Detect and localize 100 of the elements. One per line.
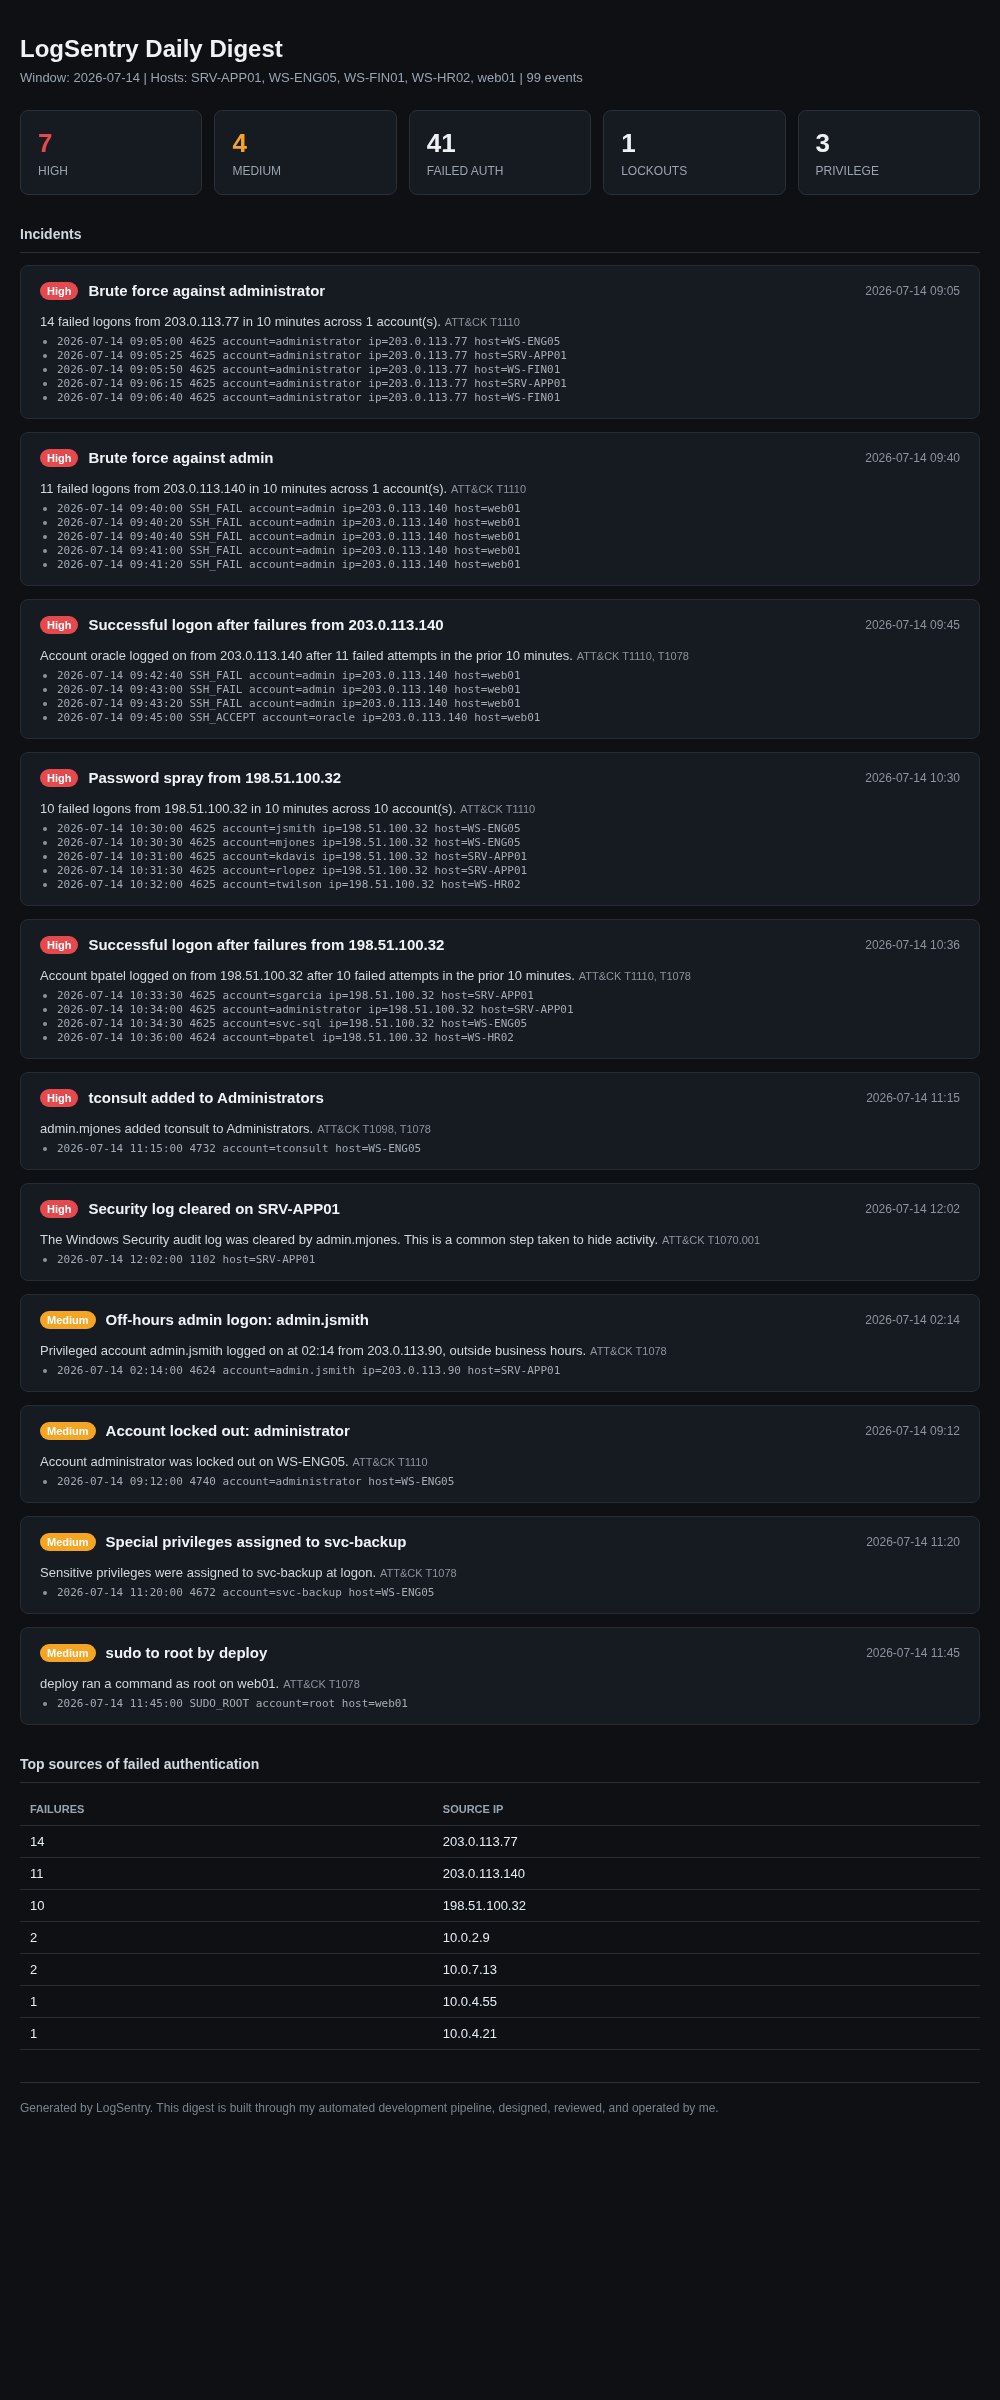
bullet-icon — [43, 1480, 47, 1484]
incident-title: Brute force against admin — [88, 448, 274, 468]
stat-value: 1 — [621, 127, 637, 159]
stat-label: FAILED AUTH — [426, 164, 505, 178]
log-line: 2026-07-14 10:32:00 4625 account=twilson ip=198.51.100.32 host=WS-HR02 — [57, 878, 521, 892]
stat-label: LOCKOUTS — [621, 164, 689, 178]
log-line: 2026-07-14 09:40:40 SSH_FAIL account=admin ip=203.0.113.140 host=web01 — [57, 530, 521, 544]
bullet-icon — [43, 994, 47, 998]
bullet-icon — [43, 1258, 47, 1262]
bullet-icon — [43, 841, 47, 845]
log-line: 2026-07-14 10:30:00 4625 account=jsmith ip=198.51.100.32 host=WS-ENG05 — [57, 822, 521, 836]
incident-timestamp: 2026-07-14 09:45 — [865, 617, 960, 633]
bullet-icon — [43, 702, 47, 706]
log-line: 2026-07-14 09:40:00 SSH_FAIL account=admin ip=203.0.113.140 host=web01 — [57, 502, 521, 516]
incident-summary: Privileged account admin.jsmith logged on at 02:14 from 203.0.113.90, outside business hours. — [40, 1343, 587, 1358]
severity-badge: High — [40, 282, 79, 300]
bullet-icon — [43, 855, 47, 859]
table-cell: 10.0.2.9 — [432, 1921, 980, 1953]
log-line: 2026-07-14 10:34:30 4625 account=svc-sql ip=198.51.100.32 host=WS-ENG05 — [57, 1017, 528, 1031]
attack-reference: ATT&CK T1070.001 — [662, 1234, 761, 1246]
attack-reference: ATT&CK T1078 — [590, 1345, 667, 1357]
bullet-icon — [43, 827, 47, 831]
incident-summary: Account administrator was locked out on WS-ENG05. — [40, 1454, 349, 1469]
incident-title: Successful logon after failures from 198.51.100.32 — [88, 935, 445, 955]
table-cell: 203.0.113.140 — [432, 1857, 980, 1889]
log-line: 2026-07-14 09:41:00 SSH_FAIL account=admin ip=203.0.113.140 host=web01 — [57, 544, 521, 558]
log-line: 2026-07-14 09:40:20 SSH_FAIL account=admin ip=203.0.113.140 host=web01 — [57, 516, 521, 530]
table-cell: 1 — [20, 1985, 433, 2017]
incident-title: Special privileges assigned to svc-backup — [105, 1532, 407, 1552]
table-cell: 14 — [20, 1825, 433, 1857]
attack-reference: ATT&CK T1078 — [283, 1678, 360, 1690]
section-heading: Incidents — [20, 225, 83, 243]
bullet-icon — [43, 521, 47, 525]
bullet-icon — [43, 368, 47, 372]
incident-title: Account locked out: administrator — [105, 1421, 350, 1441]
bullet-icon — [43, 869, 47, 873]
section-heading: Top sources of failed authentication — [20, 1755, 261, 1773]
severity-badge: Medium — [40, 1644, 96, 1662]
column-header: SOURCE IP — [432, 1793, 980, 1825]
stat-label: HIGH — [38, 164, 69, 178]
bullet-icon — [43, 1147, 47, 1151]
incident-summary: 14 failed logons from 203.0.113.77 in 10 minutes across 1 account(s). — [40, 314, 441, 329]
incident-title: Off-hours admin logon: admin.jsmith — [105, 1310, 369, 1330]
severity-badge: High — [40, 616, 79, 634]
incident-timestamp: 2026-07-14 10:30 — [865, 770, 960, 786]
bullet-icon — [43, 354, 47, 358]
log-line: 2026-07-14 09:05:00 4625 account=administrator ip=203.0.113.77 host=WS-ENG05 — [57, 335, 561, 349]
log-line: 2026-07-14 09:06:15 4625 account=administrator ip=203.0.113.77 host=SRV-APP01 — [57, 377, 567, 391]
incident-timestamp: 2026-07-14 09:05 — [865, 283, 960, 299]
bullet-icon — [43, 549, 47, 553]
attack-reference: ATT&CK T1078 — [380, 1567, 457, 1579]
incident-summary: admin.mjones added tconsult to Administrators. — [40, 1121, 314, 1136]
log-line: 2026-07-14 09:43:20 SSH_FAIL account=admin ip=203.0.113.140 host=web01 — [57, 697, 521, 711]
log-line: 2026-07-14 10:31:00 4625 account=kdavis ip=198.51.100.32 host=SRV-APP01 — [57, 850, 528, 864]
stat-value: 41 — [426, 127, 457, 159]
attack-reference: ATT&CK T1110 — [451, 483, 527, 495]
incident-summary: Account bpatel logged on from 198.51.100.32 after 10 failed attempts in the prior 10 minutes. — [40, 968, 575, 983]
log-line: 2026-07-14 09:12:00 4740 account=administrator host=WS-ENG05 — [57, 1475, 455, 1489]
stat-value: 4 — [232, 127, 248, 159]
table-cell: 198.51.100.32 — [432, 1889, 980, 1921]
incident-summary: Sensitive privileges were assigned to svc-backup at logon. — [40, 1565, 376, 1580]
bullet-icon — [43, 563, 47, 567]
stat-label: MEDIUM — [232, 164, 283, 178]
table-cell: 203.0.113.77 — [432, 1825, 980, 1857]
bullet-icon — [43, 716, 47, 720]
incident-summary: Account oracle logged on from 203.0.113.140 after 11 failed attempts in the prior 10 minutes. — [40, 648, 573, 663]
severity-badge: High — [40, 1089, 79, 1107]
log-line: 2026-07-14 11:45:00 SUDO_ROOT account=root host=web01 — [57, 1697, 408, 1711]
incident-timestamp: 2026-07-14 12:02 — [865, 1201, 960, 1217]
bullet-icon — [43, 340, 47, 344]
incident-timestamp: 2026-07-14 09:12 — [865, 1423, 960, 1439]
severity-badge: Medium — [40, 1422, 96, 1440]
table-cell: 2 — [20, 1953, 433, 1985]
stat-value: 3 — [815, 127, 832, 159]
incident-title: Successful logon after failures from 203.0.113.140 — [88, 615, 444, 635]
bullet-icon — [43, 1702, 47, 1706]
incident-title: Security log cleared on SRV-APP01 — [88, 1199, 340, 1219]
attack-reference: ATT&CK T1110 — [444, 316, 520, 328]
log-line: 2026-07-14 12:02:00 1102 host=SRV-APP01 — [57, 1253, 316, 1267]
table-cell: 1 — [20, 2017, 433, 2049]
table-cell: 10.0.4.21 — [432, 2017, 980, 2049]
severity-badge: Medium — [40, 1533, 96, 1551]
table-cell: 10 — [20, 1889, 433, 1921]
incident-timestamp: 2026-07-14 11:15 — [866, 1090, 960, 1106]
attack-reference: ATT&CK T1110, T1078 — [578, 970, 691, 982]
incident-timestamp: 2026-07-14 10:36 — [865, 937, 960, 953]
log-line: 2026-07-14 09:45:00 SSH_ACCEPT account=oracle ip=203.0.113.140 host=web01 — [57, 711, 541, 725]
log-line: 2026-07-14 10:30:30 4625 account=mjones ip=198.51.100.32 host=WS-ENG05 — [57, 836, 521, 850]
incident-summary: deploy ran a command as root on web01. — [40, 1676, 280, 1691]
log-line: 2026-07-14 11:15:00 4732 account=tconsult host=WS-ENG05 — [57, 1142, 422, 1156]
page-title: LogSentry Daily Digest — [20, 34, 284, 64]
incident-summary: 11 failed logons from 203.0.113.140 in 10 minutes across 1 account(s). — [40, 481, 448, 496]
incident-timestamp: 2026-07-14 11:45 — [866, 1645, 960, 1661]
incident-timestamp: 2026-07-14 02:14 — [865, 1312, 960, 1328]
attack-reference: ATT&CK T1110 — [460, 803, 536, 815]
bullet-icon — [43, 1008, 47, 1012]
table-cell: 2 — [20, 1921, 433, 1953]
log-line: 2026-07-14 10:34:00 4625 account=administrator ip=198.51.100.32 host=SRV-APP01 — [57, 1003, 574, 1017]
incident-summary: 10 failed logons from 198.51.100.32 in 10 minutes across 10 account(s). — [40, 801, 457, 816]
bullet-icon — [43, 1591, 47, 1595]
